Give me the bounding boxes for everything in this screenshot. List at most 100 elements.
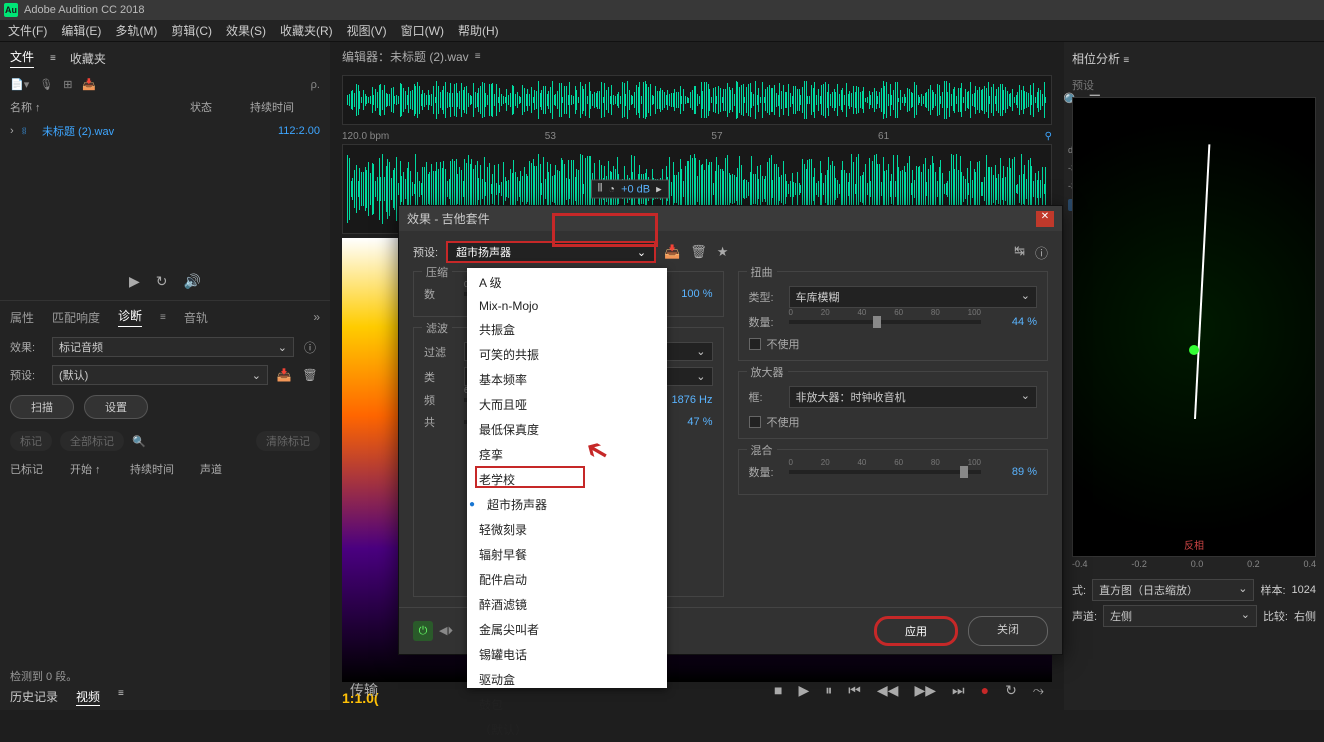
amp-disable-checkbox[interactable] — [749, 416, 761, 428]
mix-value[interactable]: 89 % — [989, 466, 1037, 478]
tab-history[interactable]: 历史记录 — [10, 688, 58, 706]
col-duration[interactable]: 持续时间 — [250, 99, 320, 115]
all-mark-tab[interactable]: 全部标记 — [60, 431, 124, 451]
menu-edit[interactable]: 编辑(E) — [61, 22, 101, 39]
menu-help[interactable]: 帮助(H) — [458, 22, 499, 39]
info-icon[interactable]: ⓘ — [1035, 243, 1048, 262]
dropdown-item[interactable]: 超市扬声器 — [467, 492, 667, 517]
dropdown-item[interactable]: 醉酒滤镜 — [467, 592, 667, 617]
mini-play-icon[interactable]: ▶ — [129, 273, 140, 290]
dropdown-item[interactable]: 老学校 — [467, 467, 667, 492]
tab-files[interactable]: 文件 — [10, 48, 34, 68]
col-status[interactable]: 状态 — [190, 99, 250, 115]
hdr-start[interactable]: 开始 ↑ — [70, 461, 120, 477]
import-icon[interactable]: 📥 — [82, 78, 96, 91]
dropdown-item[interactable]: 共振盒 — [467, 317, 667, 342]
menu-clip[interactable]: 剪辑(C) — [171, 22, 212, 39]
menu-window[interactable]: 窗口(W) — [401, 22, 444, 39]
dropdown-item[interactable]: 大而且哑 — [467, 392, 667, 417]
dropdown-item[interactable]: （默认） — [467, 717, 667, 742]
dist-slider[interactable]: 020406080100 — [789, 320, 982, 324]
open-file-icon[interactable]: 📄▾ — [10, 78, 29, 91]
pause-icon[interactable]: ⏸ — [825, 682, 832, 699]
mark-tab[interactable]: 标记 — [10, 431, 52, 451]
effect-select[interactable]: 标记音频⌄ — [52, 337, 294, 357]
delete-preset-icon[interactable]: 🗑 — [690, 244, 707, 260]
next-icon[interactable]: ⏭ — [952, 682, 965, 699]
stop-icon[interactable]: ■ — [774, 682, 782, 698]
panel-menu-icon[interactable]: ≡ — [50, 53, 56, 64]
route-icon[interactable]: ↹ — [1014, 243, 1025, 262]
tab-favorites[interactable]: 收藏夹 — [70, 50, 106, 67]
dropdown-item[interactable]: 痉挛 — [467, 442, 667, 467]
menu-favorites[interactable]: 收藏夹(R) — [280, 22, 333, 39]
col-name[interactable]: 名称 ↑ — [10, 99, 190, 115]
distort-disable-checkbox[interactable] — [749, 338, 761, 350]
rewind-icon[interactable]: ◀◀ — [877, 682, 899, 699]
search-icon[interactable]: ρ. — [311, 79, 320, 91]
expand-icon[interactable]: › — [10, 125, 22, 137]
preset-select[interactable]: (默认)⌄ — [52, 365, 268, 385]
preroll-icon[interactable]: ◀⏵ — [439, 624, 453, 638]
hdr-channel[interactable]: 声道 — [200, 461, 222, 477]
dropdown-item[interactable]: 驱动盒 — [467, 667, 667, 692]
more-icon[interactable]: » — [313, 310, 320, 324]
chan-select[interactable]: 左侧⌄ — [1103, 605, 1257, 627]
close-button[interactable]: 关闭 — [968, 616, 1048, 646]
sample-val[interactable]: 1024 — [1292, 584, 1316, 596]
waveform-overview[interactable]: 🔍 ☰ — [342, 75, 1052, 125]
tab-diag[interactable]: 诊断 — [118, 307, 142, 327]
tab-video[interactable]: 视频 — [76, 688, 100, 706]
hdr-duration[interactable]: 持续时间 — [130, 461, 190, 477]
favorite-icon[interactable]: ★ — [717, 244, 729, 260]
snap-icon[interactable]: ⚲ — [1045, 131, 1052, 142]
file-row[interactable]: › ⧙⧘ 未标题 (2).wav 112:2.00 — [0, 119, 330, 143]
mini-loop-icon[interactable]: ↻ — [156, 273, 168, 290]
amp-box-select[interactable]: 非放大器：时钟收音机⌄ — [789, 386, 1038, 408]
delete-preset-icon[interactable]: 🗑 — [300, 368, 320, 382]
power-button[interactable]: ⏻ — [413, 621, 433, 641]
menu-file[interactable]: 文件(F) — [8, 22, 47, 39]
tab-props[interactable]: 属性 — [10, 309, 34, 326]
bpm-label[interactable]: 120.0 bpm — [342, 131, 389, 142]
res-value[interactable]: 47 % — [665, 416, 713, 428]
compare-val[interactable]: 右侧 — [1294, 608, 1316, 624]
clear-mark-button[interactable]: 清除标记 — [256, 431, 320, 451]
play-icon[interactable]: ▶ — [799, 682, 810, 699]
dropdown-item[interactable]: 可笑的共振 — [467, 342, 667, 367]
panel-menu-icon[interactable]: ≡ — [160, 312, 166, 323]
menu-effects[interactable]: 效果(S) — [226, 22, 266, 39]
panel-menu-icon[interactable]: ≡ — [475, 51, 481, 62]
panel-menu-icon[interactable]: ≡ — [118, 688, 124, 706]
record-icon[interactable]: 🎙 — [39, 78, 53, 91]
settings-button[interactable]: 设置 — [84, 395, 148, 419]
search-icon[interactable]: 🔍 — [132, 435, 146, 448]
loop-icon[interactable]: ↻ — [1005, 682, 1017, 699]
dropdown-item[interactable]: 锡罐电话 — [467, 642, 667, 667]
info-icon[interactable]: ⓘ — [300, 339, 320, 356]
comp-value[interactable]: 100 % — [665, 288, 713, 300]
menu-view[interactable]: 视图(V) — [347, 22, 387, 39]
dropdown-item[interactable]: A 级 — [467, 270, 667, 295]
menu-multitrack[interactable]: 多轨(M) — [115, 22, 157, 39]
tab-match[interactable]: 匹配响度 — [52, 309, 100, 326]
dropdown-item[interactable]: 鼓包 — [467, 692, 667, 717]
dropdown-item[interactable]: 最低保真度 — [467, 417, 667, 442]
hud-more-icon[interactable]: ▸ — [656, 183, 662, 196]
save-preset-icon[interactable]: 📥 — [274, 368, 294, 382]
style-select[interactable]: 直方图（日志缩放）⌄ — [1092, 579, 1254, 601]
tab-pitch[interactable]: 音轨 — [184, 309, 208, 326]
dist-value[interactable]: 44 % — [989, 316, 1037, 328]
dropdown-item[interactable]: 配件启动 — [467, 567, 667, 592]
save-preset-icon[interactable]: 📥 — [664, 244, 680, 260]
apply-button[interactable]: 应用 — [874, 616, 958, 646]
close-icon[interactable]: ✕ — [1036, 211, 1054, 227]
panel-menu-icon[interactable]: ≡ — [1123, 55, 1129, 66]
forward-icon[interactable]: ▶▶ — [914, 682, 936, 699]
multitrack-icon[interactable]: ⊞ — [63, 78, 72, 91]
dropdown-item[interactable]: 轻微刻录 — [467, 517, 667, 542]
record-icon[interactable]: ● — [981, 682, 989, 698]
mix-slider[interactable]: 020406080100 — [789, 470, 982, 474]
volume-hud[interactable]: ⫴ ◔ +0 dB ▸ — [591, 180, 669, 199]
dropdown-item[interactable]: 辐射早餐 — [467, 542, 667, 567]
